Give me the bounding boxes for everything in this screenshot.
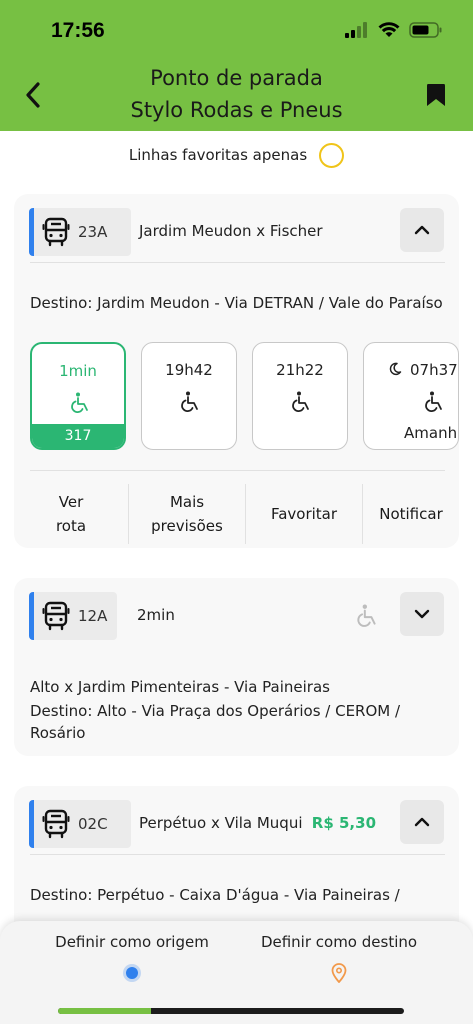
favorite-button[interactable]: Favoritar — [246, 484, 363, 544]
bookmark-button[interactable] — [423, 80, 449, 110]
destination-text: Destino: Alto - Via Praça dos Operários … — [30, 702, 401, 742]
wheelchair-icon — [181, 391, 198, 412]
line-name: Jardim Meudon x Fischer — [139, 222, 323, 240]
origin-dot-icon — [120, 961, 144, 985]
set-destination-button[interactable]: Definir como destino — [221, 933, 457, 985]
wheelchair-icon — [357, 604, 376, 627]
collapse-button[interactable] — [400, 800, 444, 844]
line-name: Perpétuo x Vila Muqui — [139, 814, 303, 832]
wheelchair-icon — [292, 391, 309, 412]
signal-icon — [345, 22, 367, 38]
status-time: 17:56 — [51, 19, 105, 42]
line-code: 23A — [78, 223, 108, 241]
line-badge: 23A — [29, 208, 131, 256]
departure-time: 1min — [59, 362, 97, 380]
vehicle-number: 317 — [32, 424, 124, 448]
set-destination-label: Definir como destino — [260, 933, 418, 951]
bus-icon — [42, 809, 70, 839]
favorite-lines-radio[interactable] — [319, 142, 345, 168]
departure-tile[interactable]: 07h37 Amanhã — [363, 342, 459, 450]
chevron-down-icon — [414, 609, 430, 619]
wifi-icon — [378, 22, 400, 37]
home-indicator — [58, 1008, 404, 1014]
line-actions: Ver rota Mais previsões Favoritar Notifi… — [14, 484, 459, 544]
favorite-label: Favoritar — [270, 505, 338, 523]
set-origin-label: Definir como origem — [55, 933, 209, 951]
line-card-23a: 23A Jardim Meudon x Fischer Destino: Jar… — [14, 194, 459, 548]
line-card-header[interactable]: 23A Jardim Meudon x Fischer — [29, 208, 444, 256]
view-route-label: Ver rota — [55, 493, 87, 535]
moon-icon — [389, 362, 402, 376]
chevron-up-icon — [414, 817, 430, 827]
line-badge: 02C — [29, 800, 131, 848]
location-pin-icon — [327, 961, 351, 985]
more-forecasts-label: Mais previsões — [151, 493, 223, 535]
line-card-header[interactable]: 02C Perpétuo x Vila Muqui R$ 5,30 — [29, 800, 444, 848]
more-forecasts-button[interactable]: Mais previsões — [129, 484, 246, 544]
collapse-button[interactable] — [400, 208, 444, 252]
bus-icon — [42, 601, 70, 631]
departure-time-night: 07h37 — [388, 361, 458, 379]
notify-label: Notificar — [379, 505, 443, 523]
destination-text: Destino: Perpétuo - Caixa D'água - Via P… — [30, 886, 400, 904]
departure-tile[interactable]: 21h22 — [252, 342, 348, 450]
destination-text: Destino: Jardim Meudon - Via DETRAN / Va… — [30, 294, 443, 312]
home-indicator-fill — [58, 1008, 152, 1014]
bus-icon — [42, 217, 70, 247]
battery-icon — [409, 22, 442, 38]
divider — [30, 854, 445, 855]
line-code: 02C — [78, 815, 108, 833]
page-title-line1: Ponto de parada — [150, 66, 323, 90]
line-badge: 12A — [29, 592, 117, 640]
chevron-left-icon — [26, 82, 40, 108]
page-title-line2: Stylo Rodas e Pneus — [130, 98, 343, 122]
view-route-button[interactable]: Ver rota — [14, 484, 129, 544]
departure-tile[interactable]: 19h42 — [141, 342, 237, 450]
departure-time: 19h42 — [165, 361, 213, 379]
arrival-eta: 2min — [137, 606, 175, 624]
departure-time: 21h22 — [276, 361, 324, 379]
bookmark-icon — [427, 84, 445, 106]
line-code: 12A — [78, 607, 108, 625]
status-bar: 17:56 — [0, 0, 473, 60]
route-text: Alto x Jardim Pimenteiras - Via Paineira… — [30, 678, 330, 696]
line-card-12a: 12A 2min Alto x Jardim Pimenteiras - Via… — [14, 578, 459, 756]
back-button[interactable] — [18, 78, 48, 112]
divider — [30, 262, 445, 263]
wheelchair-icon — [425, 391, 442, 412]
status-icons — [345, 22, 443, 38]
line-card-header[interactable]: 12A 2min — [29, 592, 444, 640]
divider — [30, 470, 445, 471]
favorite-lines-filter[interactable]: Linhas favoritas apenas — [0, 140, 473, 170]
departure-tile[interactable]: 1min 317 — [30, 342, 126, 450]
notify-button[interactable]: Notificar — [363, 484, 459, 544]
expand-button[interactable] — [400, 592, 444, 636]
departure-day: Amanhã — [404, 424, 458, 442]
wheelchair-icon — [71, 392, 88, 413]
app-header: 17:56 Ponto de parada Stylo Rodas e Pneu… — [0, 0, 473, 131]
departure-time: 07h37 — [410, 361, 458, 379]
fare-price: R$ 5,30 — [311, 814, 376, 832]
chevron-up-icon — [414, 225, 430, 235]
set-origin-button[interactable]: Definir como origem — [14, 933, 250, 985]
favorite-lines-label: Linhas favoritas apenas — [128, 146, 308, 164]
departure-times: 1min 317 19h42 21h22 07h37 Amanh — [30, 342, 459, 452]
page-title: Ponto de parada Stylo Rodas e Pneus — [90, 62, 383, 126]
